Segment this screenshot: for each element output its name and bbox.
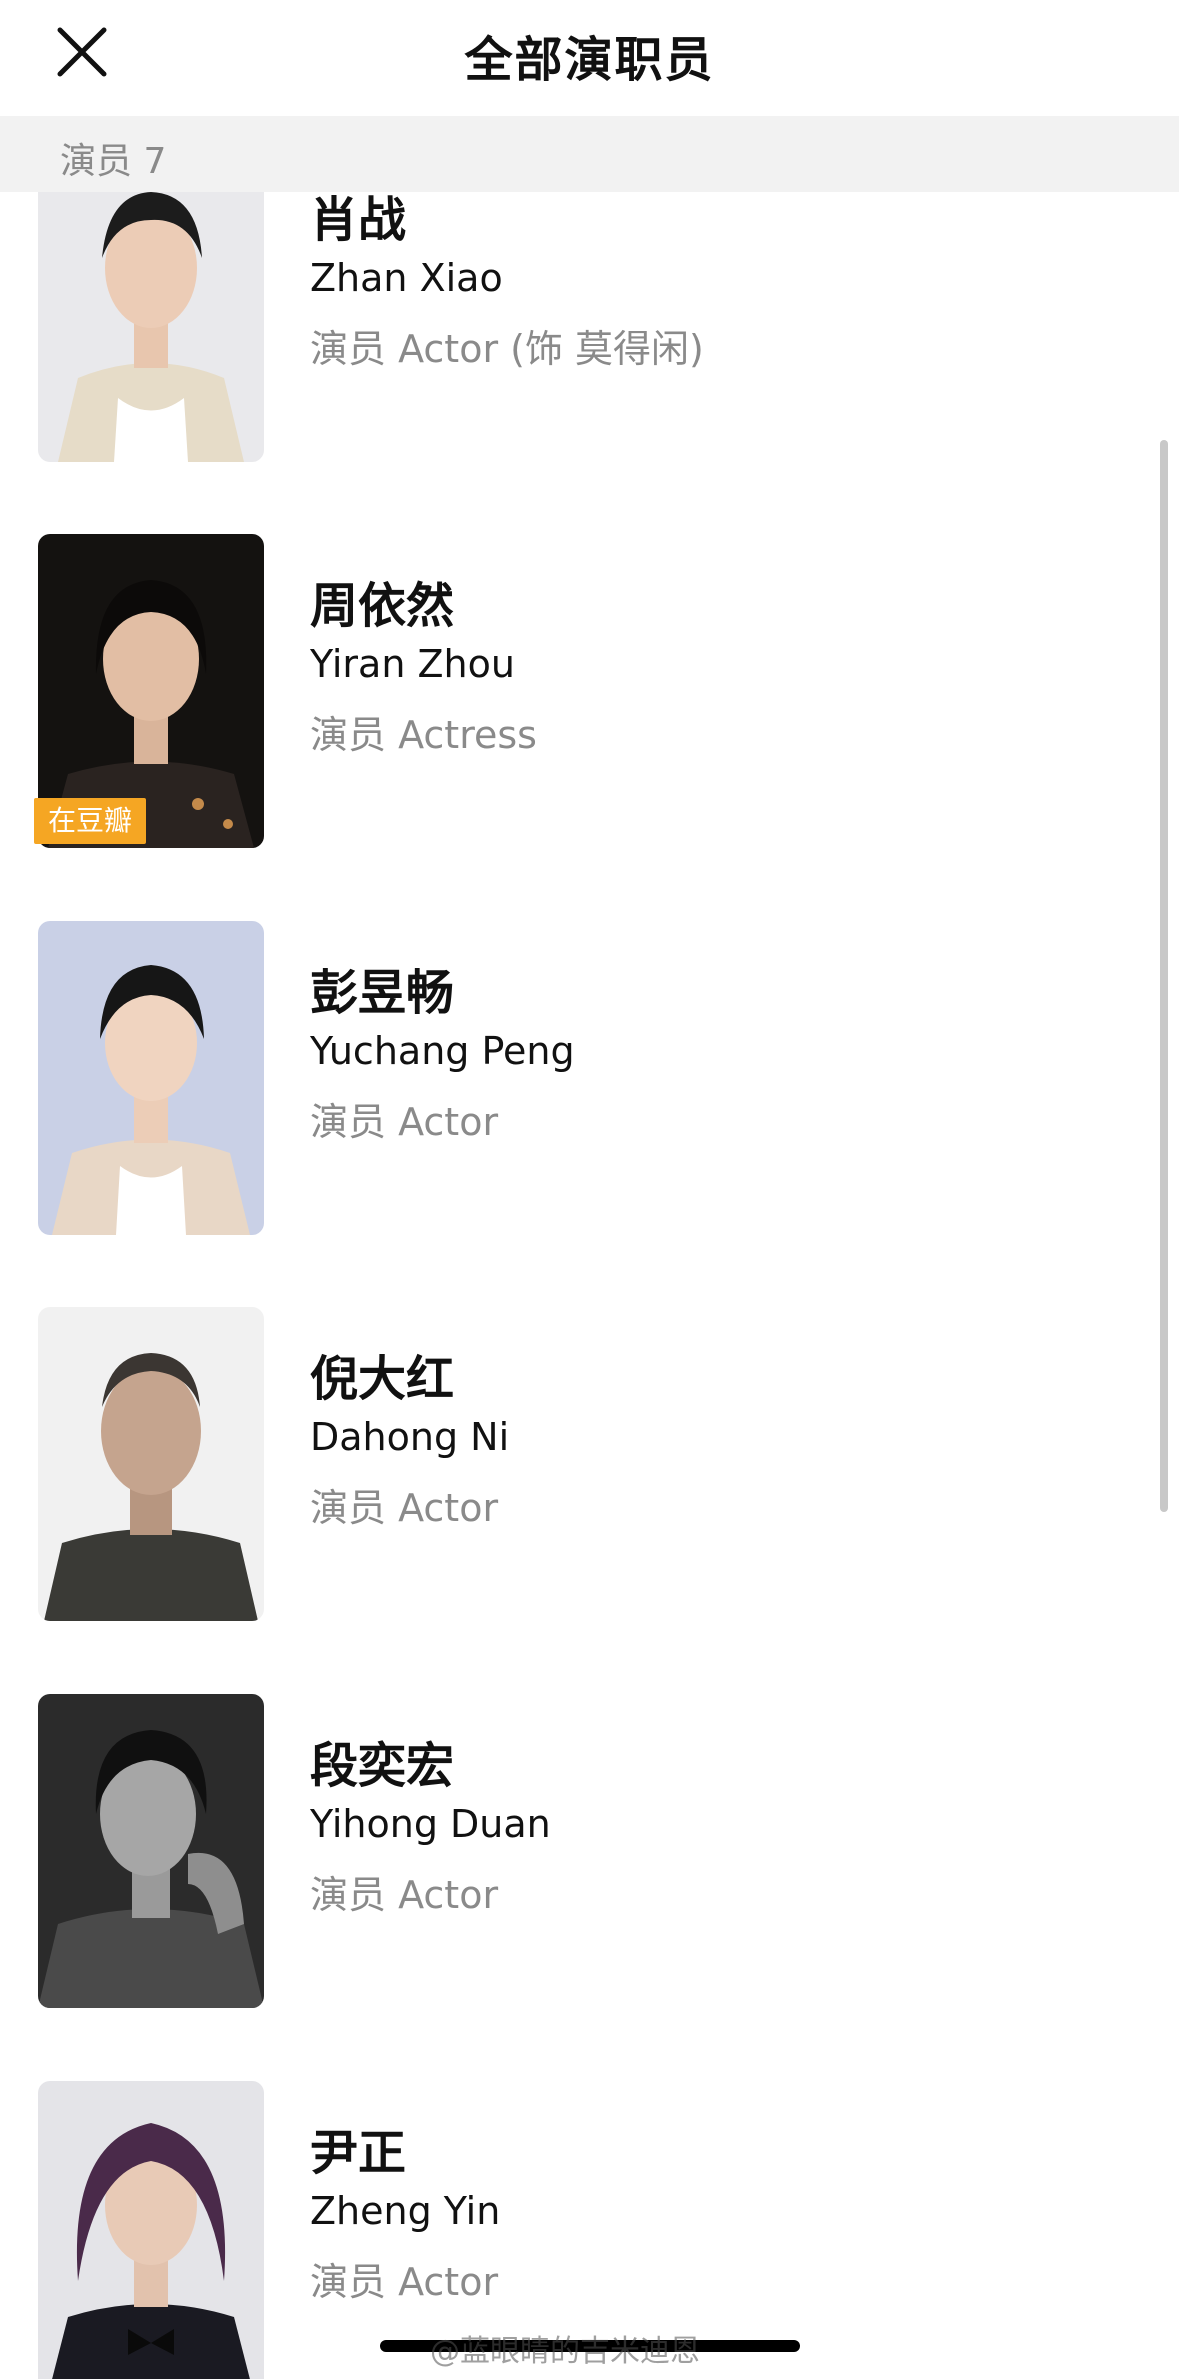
cast-name-en: Yuchang Peng: [310, 1029, 575, 1073]
cast-name-cn: 肖战: [310, 192, 407, 248]
cast-name-cn: 尹正: [310, 2125, 407, 2181]
cast-list[interactable]: 肖战 Zhan Xiao 演员 Actor (饰 莫得闲) 在豆瓣 周依然 Yi…: [0, 192, 1179, 2379]
cast-name-en: Yihong Duan: [310, 1802, 551, 1846]
cast-item[interactable]: 倪大红 Dahong Ni 演员 Actor: [0, 1307, 1179, 1693]
cast-photo[interactable]: [38, 1307, 264, 1621]
cast-name-en: Dahong Ni: [310, 1415, 510, 1459]
section-label: 演员 7: [60, 141, 167, 182]
cast-role: 演员 Actor: [310, 1486, 499, 1530]
cast-item[interactable]: 段奕宏 Yihong Duan 演员 Actor: [0, 1694, 1179, 2080]
section-header: 演员 7: [0, 116, 1179, 192]
cast-name-en: Zheng Yin: [310, 2189, 501, 2233]
cast-role: 演员 Actor: [310, 1873, 499, 1917]
cast-role: 演员 Actress: [310, 713, 537, 757]
cast-name-cn: 彭昱畅: [310, 965, 455, 1021]
cast-role: 演员 Actor (饰 莫得闲): [310, 327, 704, 371]
cast-photo[interactable]: [38, 2081, 264, 2379]
cast-item[interactable]: 在豆瓣 周依然 Yiran Zhou 演员 Actress: [0, 534, 1179, 920]
top-bar: 全部演职员: [0, 0, 1179, 116]
cast-photo[interactable]: [38, 192, 264, 462]
cast-name-en: Zhan Xiao: [310, 256, 503, 300]
cast-name-cn: 周依然: [310, 578, 455, 634]
cast-role: 演员 Actor: [310, 2260, 499, 2304]
cast-name-cn: 段奕宏: [310, 1738, 455, 1794]
cast-photo[interactable]: [38, 1694, 264, 2008]
cast-item[interactable]: 彭昱畅 Yuchang Peng 演员 Actor: [0, 921, 1179, 1307]
douban-badge: 在豆瓣: [34, 798, 147, 844]
cast-name-en: Yiran Zhou: [310, 642, 515, 686]
page-title: 全部演职员: [464, 32, 715, 88]
watermark: @蓝眼睛的吉米迪恩: [430, 2334, 700, 2369]
cast-role: 演员 Actor: [310, 1100, 499, 1144]
cast-name-cn: 倪大红: [310, 1351, 455, 1407]
cast-photo[interactable]: [38, 921, 264, 1235]
scrollbar[interactable]: [1160, 440, 1168, 1512]
cast-item[interactable]: 肖战 Zhan Xiao 演员 Actor (饰 莫得闲): [0, 192, 1179, 534]
